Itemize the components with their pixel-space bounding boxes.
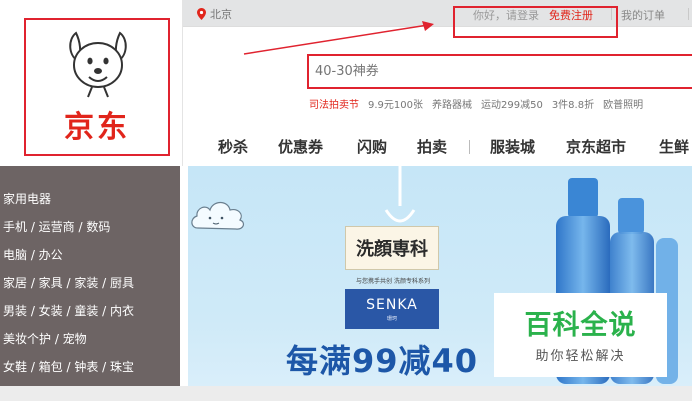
nav-item[interactable]: 生鲜 xyxy=(659,136,689,157)
logo-panel: 京东 xyxy=(0,0,183,166)
register-annotation-box xyxy=(453,6,618,38)
topbar-divider xyxy=(688,8,689,20)
category-item[interactable]: 电脑 / 办公 xyxy=(3,246,63,263)
nav-item[interactable]: 优惠券 xyxy=(278,136,323,157)
hot-word-link[interactable]: 9.9元100张 xyxy=(368,96,423,111)
watermark-subtitle: 助你轻松解决 xyxy=(535,349,626,364)
brand-card-cn: 洗顔専科 xyxy=(345,226,439,270)
hot-word-link[interactable]: 欧普照明 xyxy=(603,96,643,111)
search-input[interactable] xyxy=(309,56,692,87)
brand-name-en: SENKA xyxy=(366,297,418,313)
location-selector[interactable]: 北京 xyxy=(197,6,232,22)
hot-word-link[interactable]: 司法拍卖节 xyxy=(309,96,359,111)
nav-item[interactable]: 京东超市 xyxy=(566,136,626,157)
nav-item[interactable]: 闪购 xyxy=(357,136,387,157)
category-item[interactable]: 男装 / 女装 / 童装 / 内衣 xyxy=(3,302,134,319)
nav-divider xyxy=(469,140,470,154)
category-item[interactable]: 家居 / 家具 / 家装 / 厨具 xyxy=(3,274,134,291)
brand-name-en-sub: 珊珂 xyxy=(386,316,397,322)
hot-word-link[interactable]: 运动299减50 xyxy=(481,96,543,111)
cloud-icon xyxy=(191,201,245,230)
nav-item[interactable]: 服装城 xyxy=(490,136,535,157)
annotation-arrow-icon xyxy=(243,21,434,55)
category-item[interactable]: 家用电器 xyxy=(3,190,51,207)
promo-text: 每满99减40 xyxy=(286,342,479,380)
hot-search-words: 司法拍卖节 9.9元100张 养路器械 运动299减50 3件8.8折 欧普照明 xyxy=(309,96,643,111)
brand-card-en: SENKA 珊珂 xyxy=(345,289,439,329)
my-orders-link[interactable]: 我的订单 xyxy=(621,7,665,23)
watermark-title: 百科全说 xyxy=(524,310,637,341)
nav-item[interactable]: 拍卖 xyxy=(417,136,447,157)
category-item[interactable]: 手机 / 运营商 / 数码 xyxy=(3,218,110,235)
jd-dog-mascot-icon xyxy=(69,31,127,98)
jd-logo-text[interactable]: 京东 xyxy=(26,102,168,146)
category-item[interactable]: 女鞋 / 箱包 / 钟表 / 珠宝 xyxy=(3,358,134,375)
logo-annotation-box[interactable]: 京东 xyxy=(24,18,170,156)
category-sidebar: 家用电器手机 / 运营商 / 数码 电脑 / 办公家居 / 家具 / 家装 / 厨… xyxy=(0,166,180,386)
hot-word-link[interactable]: 养路器械 xyxy=(432,96,472,111)
watermark-badge: 百科全说 助你轻松解决 xyxy=(494,293,667,377)
search-box[interactable] xyxy=(307,54,692,89)
bottom-strip xyxy=(0,386,692,401)
location-text: 北京 xyxy=(210,8,232,21)
location-pin-icon xyxy=(197,8,206,20)
brand-name-cn: 洗顔専科 xyxy=(356,239,428,260)
category-item[interactable]: 美妆个护 / 宠物 xyxy=(3,330,87,347)
nav-item[interactable]: 秒杀 xyxy=(218,136,248,157)
brand-slogan: 与您携手共创 洗颜专科系列 xyxy=(356,278,430,285)
hot-word-link[interactable]: 3件8.8折 xyxy=(552,96,594,111)
